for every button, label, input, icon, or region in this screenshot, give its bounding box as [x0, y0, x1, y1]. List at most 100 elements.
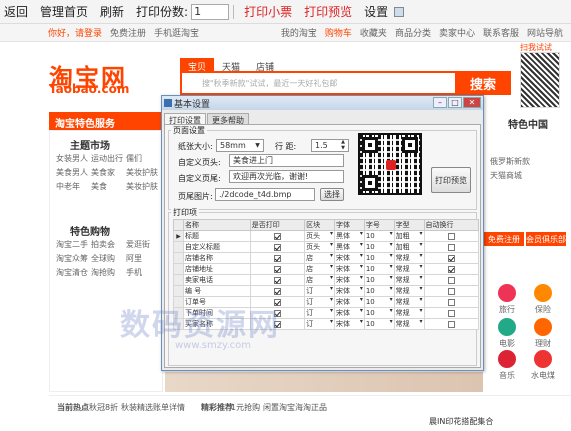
col-header-font[interactable]: 字体 — [333, 219, 365, 231]
cell-font-select[interactable]: 黑体 — [333, 230, 365, 242]
checkbox[interactable] — [273, 243, 281, 251]
col-header-name[interactable]: 名称 — [183, 219, 251, 231]
cell-block-select[interactable]: 订 — [304, 296, 335, 308]
footer-link[interactable]: 秋冠8折 — [89, 402, 118, 413]
table-row[interactable]: 自定义标题 页头黑体10加粗 — [173, 241, 480, 253]
register-promo-button[interactable]: 免费注册 — [484, 232, 524, 246]
my-taobao-link[interactable]: 我的淘宝 — [281, 26, 317, 39]
search-button[interactable]: 搜索 — [455, 71, 511, 95]
col-header-print[interactable]: 是否打印 — [249, 219, 306, 231]
checkbox[interactable] — [447, 309, 455, 317]
cell-print-checkbox[interactable] — [249, 230, 306, 242]
cell-block-select[interactable]: 页头 — [304, 230, 335, 242]
cell-font-select[interactable]: 黑体 — [333, 241, 365, 253]
cell-wrap-checkbox[interactable] — [423, 274, 480, 286]
cell-font-select[interactable]: 宋体 — [333, 296, 365, 308]
category-link[interactable]: 商品分类 — [395, 26, 431, 39]
cell-size-select[interactable]: 10 — [363, 252, 395, 264]
register-link[interactable]: 免费注册 — [110, 26, 146, 39]
spin-down-icon[interactable]: ▼ — [339, 146, 347, 151]
cell-print-checkbox[interactable] — [249, 241, 306, 253]
site-nav-link[interactable]: 网站导航 — [527, 26, 563, 39]
cell-print-checkbox[interactable] — [249, 307, 306, 319]
service-link[interactable]: 联系客服 — [483, 26, 519, 39]
cell-block-select[interactable]: 店 — [304, 274, 335, 286]
cell-font-select[interactable]: 宋体 — [333, 252, 365, 264]
checkbox[interactable] — [447, 320, 455, 328]
service-icon-utility[interactable]: 水电煤 — [530, 350, 556, 381]
checkbox[interactable] — [273, 320, 281, 328]
maximize-icon[interactable]: □ — [448, 97, 462, 108]
checkbox[interactable] — [273, 276, 281, 284]
cell-wrap-checkbox[interactable] — [423, 241, 480, 253]
cell-name[interactable]: 自定义标题 — [183, 241, 251, 253]
seller-center-link[interactable]: 卖家中心 — [439, 26, 475, 39]
col-header-style[interactable]: 字型 — [393, 219, 425, 231]
print-test-button[interactable]: 打印预览 — [431, 167, 471, 193]
cell-font-select[interactable]: 宋体 — [333, 274, 365, 286]
favorites-link[interactable]: 收藏夹 — [360, 26, 387, 39]
footer-link[interactable]: 闲置淘宝 — [263, 402, 295, 413]
cell-wrap-checkbox[interactable] — [423, 307, 480, 319]
cell-wrap-checkbox[interactable] — [423, 230, 480, 242]
club-promo-button[interactable]: 会员俱乐部 — [526, 232, 566, 246]
theme-link[interactable]: 美食家 — [91, 167, 126, 178]
cell-style-select[interactable]: 常规 — [393, 307, 425, 319]
right-link[interactable]: 天猫商城 — [490, 170, 522, 181]
special-link[interactable]: 淘宝清仓 — [56, 267, 91, 278]
special-link[interactable]: 爱逛街 — [126, 239, 161, 250]
cell-font-select[interactable]: 宋体 — [333, 318, 365, 330]
search-input[interactable]: 搜"秋季新款"试试，最近一天好礼包邮 — [180, 71, 457, 95]
special-link[interactable]: 阿里 — [126, 253, 161, 264]
cell-name[interactable]: 店铺地址 — [183, 263, 251, 275]
cell-print-checkbox[interactable] — [249, 274, 306, 286]
service-icon-movie[interactable]: 电影 — [494, 318, 520, 349]
cell-name[interactable]: 下单时间 — [183, 307, 251, 319]
service-icon-finance[interactable]: 理财 — [530, 318, 556, 349]
cell-name[interactable]: 卖家电话 — [183, 274, 251, 286]
cell-print-checkbox[interactable] — [249, 252, 306, 264]
table-row[interactable]: 下单时间 订宋体10常规 — [173, 307, 480, 319]
cell-style-select[interactable]: 常规 — [393, 274, 425, 286]
cell-wrap-checkbox[interactable] — [423, 296, 480, 308]
footer-link[interactable]: 账单详情 — [153, 402, 185, 413]
footer-link[interactable]: 1元抢购 — [231, 402, 260, 413]
checkbox[interactable] — [273, 287, 281, 295]
mobile-link[interactable]: 手机逛淘宝 — [154, 26, 199, 39]
cell-style-select[interactable]: 常规 — [393, 296, 425, 308]
col-header-block[interactable]: 区块 — [304, 219, 335, 231]
cell-size-select[interactable]: 10 — [363, 241, 395, 253]
checkbox[interactable] — [273, 232, 281, 240]
cell-size-select[interactable]: 10 — [363, 296, 395, 308]
close-icon[interactable]: ✕ — [463, 97, 481, 108]
theme-link[interactable]: 女装男人 — [56, 153, 91, 164]
footer-input[interactable]: 欢迎再次光临，谢谢! — [229, 170, 344, 183]
cell-style-select[interactable]: 加粗 — [393, 241, 425, 253]
cell-wrap-checkbox[interactable] — [423, 252, 480, 264]
theme-link[interactable]: 运动出行 — [91, 153, 126, 164]
cell-block-select[interactable]: 订 — [304, 307, 335, 319]
copies-input[interactable]: 1 — [191, 3, 230, 20]
promo-banner[interactable] — [165, 372, 483, 392]
cell-block-select[interactable]: 订 — [304, 285, 335, 297]
special-link[interactable]: 淘抢购 — [91, 267, 126, 278]
checkbox[interactable] — [447, 243, 455, 251]
cell-size-select[interactable]: 10 — [363, 318, 395, 330]
cell-print-checkbox[interactable] — [249, 263, 306, 275]
minimize-icon[interactable]: – — [433, 97, 447, 108]
table-row[interactable]: ▶标题 页头黑体10加粗 — [173, 230, 480, 242]
cell-name[interactable]: 订单号 — [183, 296, 251, 308]
col-header-wrap[interactable]: 自动换行 — [423, 219, 480, 231]
cell-font-select[interactable]: 宋体 — [333, 307, 365, 319]
settings-button[interactable]: 设置 — [364, 3, 388, 20]
print-preview-button[interactable]: 打印预览 — [304, 3, 352, 20]
cell-print-checkbox[interactable] — [249, 296, 306, 308]
checkbox[interactable] — [447, 276, 455, 284]
cell-style-select[interactable]: 常规 — [393, 285, 425, 297]
print-receipt-button[interactable]: 打印小票 — [244, 3, 292, 20]
cell-name[interactable]: 买家名称 — [183, 318, 251, 330]
theme-link[interactable]: 中老年 — [56, 181, 91, 192]
cell-block-select[interactable]: 订 — [304, 318, 335, 330]
table-row[interactable]: 店铺地址 店宋体10常规 — [173, 263, 480, 275]
login-link[interactable]: 你好，请登录 — [48, 26, 102, 39]
